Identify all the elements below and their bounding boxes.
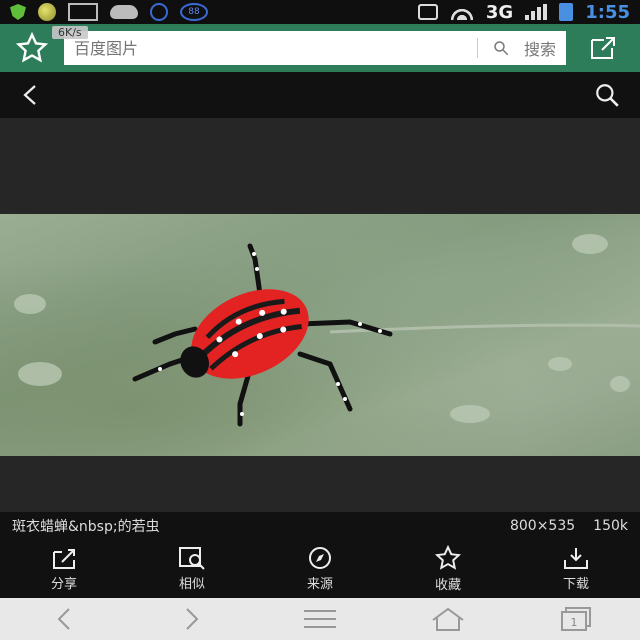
star-icon bbox=[434, 545, 462, 570]
shield-icon bbox=[10, 4, 26, 20]
divider bbox=[476, 38, 478, 58]
nav-back-button[interactable] bbox=[34, 601, 94, 637]
image-icon bbox=[68, 3, 98, 21]
ring-icon bbox=[150, 3, 168, 21]
similar-label: 相似 bbox=[178, 577, 205, 592]
download-label: 下载 bbox=[562, 577, 589, 592]
search-icon bbox=[494, 41, 509, 56]
signal-icon bbox=[525, 4, 548, 20]
home-icon bbox=[432, 607, 464, 631]
viewer-background bbox=[0, 118, 640, 216]
bookmark-button[interactable] bbox=[12, 28, 52, 68]
image-size: 150k bbox=[593, 518, 628, 534]
back-icon bbox=[57, 608, 70, 630]
image-caption-bar: 斑衣蜡蝉&nbsp;的若虫 800×535 150k bbox=[0, 512, 640, 540]
search-button[interactable]: 搜索 bbox=[524, 36, 556, 60]
network-type: 3G bbox=[485, 1, 514, 23]
favorite-label: 收藏 bbox=[434, 578, 461, 593]
forward-icon bbox=[186, 608, 199, 630]
search-icon[interactable] bbox=[594, 82, 620, 108]
search-right: 搜索 bbox=[476, 36, 556, 60]
main-image[interactable] bbox=[0, 214, 640, 456]
insect-illustration bbox=[14, 234, 640, 427]
status-bar: 88 3G 1:55 bbox=[0, 0, 640, 24]
share-label: 分享 bbox=[50, 577, 77, 592]
wifi-icon bbox=[449, 4, 474, 20]
tabs-icon: 1 bbox=[561, 607, 591, 631]
image-caption: 斑衣蜡蝉&nbsp;的若虫 bbox=[12, 519, 160, 535]
search-input[interactable] bbox=[74, 38, 374, 58]
similar-button[interactable]: 相似 bbox=[147, 546, 237, 592]
nav-menu-button[interactable] bbox=[290, 601, 350, 637]
source-label: 来源 bbox=[306, 577, 333, 592]
coin-icon bbox=[38, 3, 56, 21]
star-outline-icon bbox=[16, 32, 48, 63]
download-icon bbox=[564, 548, 588, 569]
browser-toolbar: 6K/s 搜索 bbox=[0, 24, 640, 72]
nav-home-button[interactable] bbox=[418, 601, 478, 637]
viewer-header bbox=[0, 72, 640, 118]
open-external-icon bbox=[591, 37, 615, 59]
source-button[interactable]: 来源 bbox=[275, 546, 365, 592]
nav-forward-button[interactable] bbox=[162, 601, 222, 637]
vibrate-icon bbox=[417, 4, 438, 20]
status-left: 88 bbox=[10, 3, 208, 21]
action-bar: 分享 相似 来源 收藏 下载 bbox=[0, 540, 640, 598]
status-right: 3G 1:55 bbox=[417, 1, 630, 23]
menu-icon bbox=[304, 610, 336, 628]
share-icon bbox=[53, 549, 75, 569]
cloud-icon bbox=[110, 5, 138, 19]
tabs-count: 1 bbox=[571, 616, 578, 629]
search-box[interactable]: 搜索 bbox=[64, 31, 566, 65]
speed-indicator: 6K/s bbox=[52, 26, 88, 39]
battery-icon bbox=[559, 3, 574, 21]
share-button[interactable]: 分享 bbox=[19, 546, 109, 592]
compass-icon bbox=[309, 547, 331, 569]
image-meta: 800×535 150k bbox=[510, 518, 628, 534]
viewer-background-bottom bbox=[0, 456, 640, 512]
download-button[interactable]: 下载 bbox=[531, 546, 621, 592]
clock: 1:55 bbox=[585, 1, 630, 23]
image-dimensions: 800×535 bbox=[509, 518, 576, 534]
badge-icon: 88 bbox=[180, 3, 208, 21]
favorite-button[interactable]: 收藏 bbox=[403, 545, 493, 593]
back-arrow-icon[interactable] bbox=[20, 83, 40, 107]
similar-search-icon bbox=[179, 547, 205, 570]
open-external-button[interactable] bbox=[578, 28, 628, 68]
nav-tabs-button[interactable]: 1 bbox=[546, 601, 606, 637]
navigation-bar: 1 bbox=[0, 598, 640, 640]
